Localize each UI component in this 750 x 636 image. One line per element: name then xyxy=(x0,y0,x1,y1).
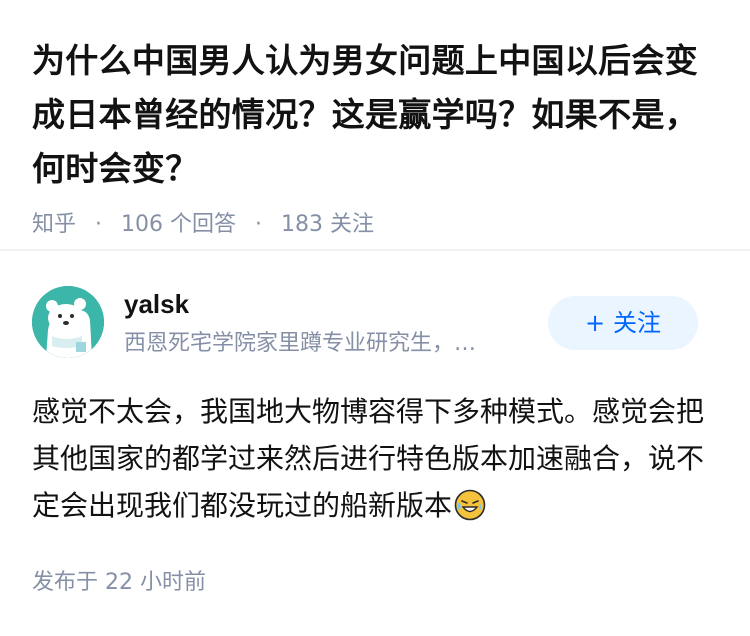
answer-publish-time: 发布于 22 小时前 xyxy=(32,570,206,595)
plus-icon: + xyxy=(584,309,606,337)
question-meta: 知乎 · 106 个回答 · 183 关注 xyxy=(32,210,722,240)
question-header: 为什么中国男人认为男女问题上中国以后会变成日本曾经的情况？这是赢学吗？如果不是，… xyxy=(32,34,722,240)
answer-text: 感觉不太会，我国地大物博容得下多种模式。感觉会把其他国家的都学过来然后进行特色版… xyxy=(32,395,705,522)
source-label[interactable]: 知乎 xyxy=(32,212,76,237)
polar-bear-avatar-icon xyxy=(32,286,104,358)
follow-button[interactable]: + 关注 xyxy=(548,296,698,350)
answer-count[interactable]: 106 个回答 xyxy=(121,212,236,237)
author-bio: 西恩死宅学院家里蹲专业研究生，… xyxy=(124,331,477,356)
avatar[interactable] xyxy=(32,286,104,358)
author-row: yalsk 西恩死宅学院家里蹲专业研究生，… + 关注 xyxy=(32,284,722,364)
follower-count: 183 关注 xyxy=(281,212,375,237)
follow-button-label: 关注 xyxy=(613,309,662,337)
laughing-tears-emoji-icon xyxy=(454,489,486,521)
answer-content[interactable]: 感觉不太会，我国地大物博容得下多种模式。感觉会把其他国家的都学过来然后进行特色版… xyxy=(32,388,712,529)
meta-separator: · xyxy=(95,212,103,237)
question-title[interactable]: 为什么中国男人认为男女问题上中国以后会变成日本曾经的情况？这是赢学吗？如果不是，… xyxy=(32,34,722,196)
author-name[interactable]: yalsk xyxy=(124,286,189,322)
section-divider xyxy=(0,249,750,251)
meta-separator: · xyxy=(255,212,263,237)
